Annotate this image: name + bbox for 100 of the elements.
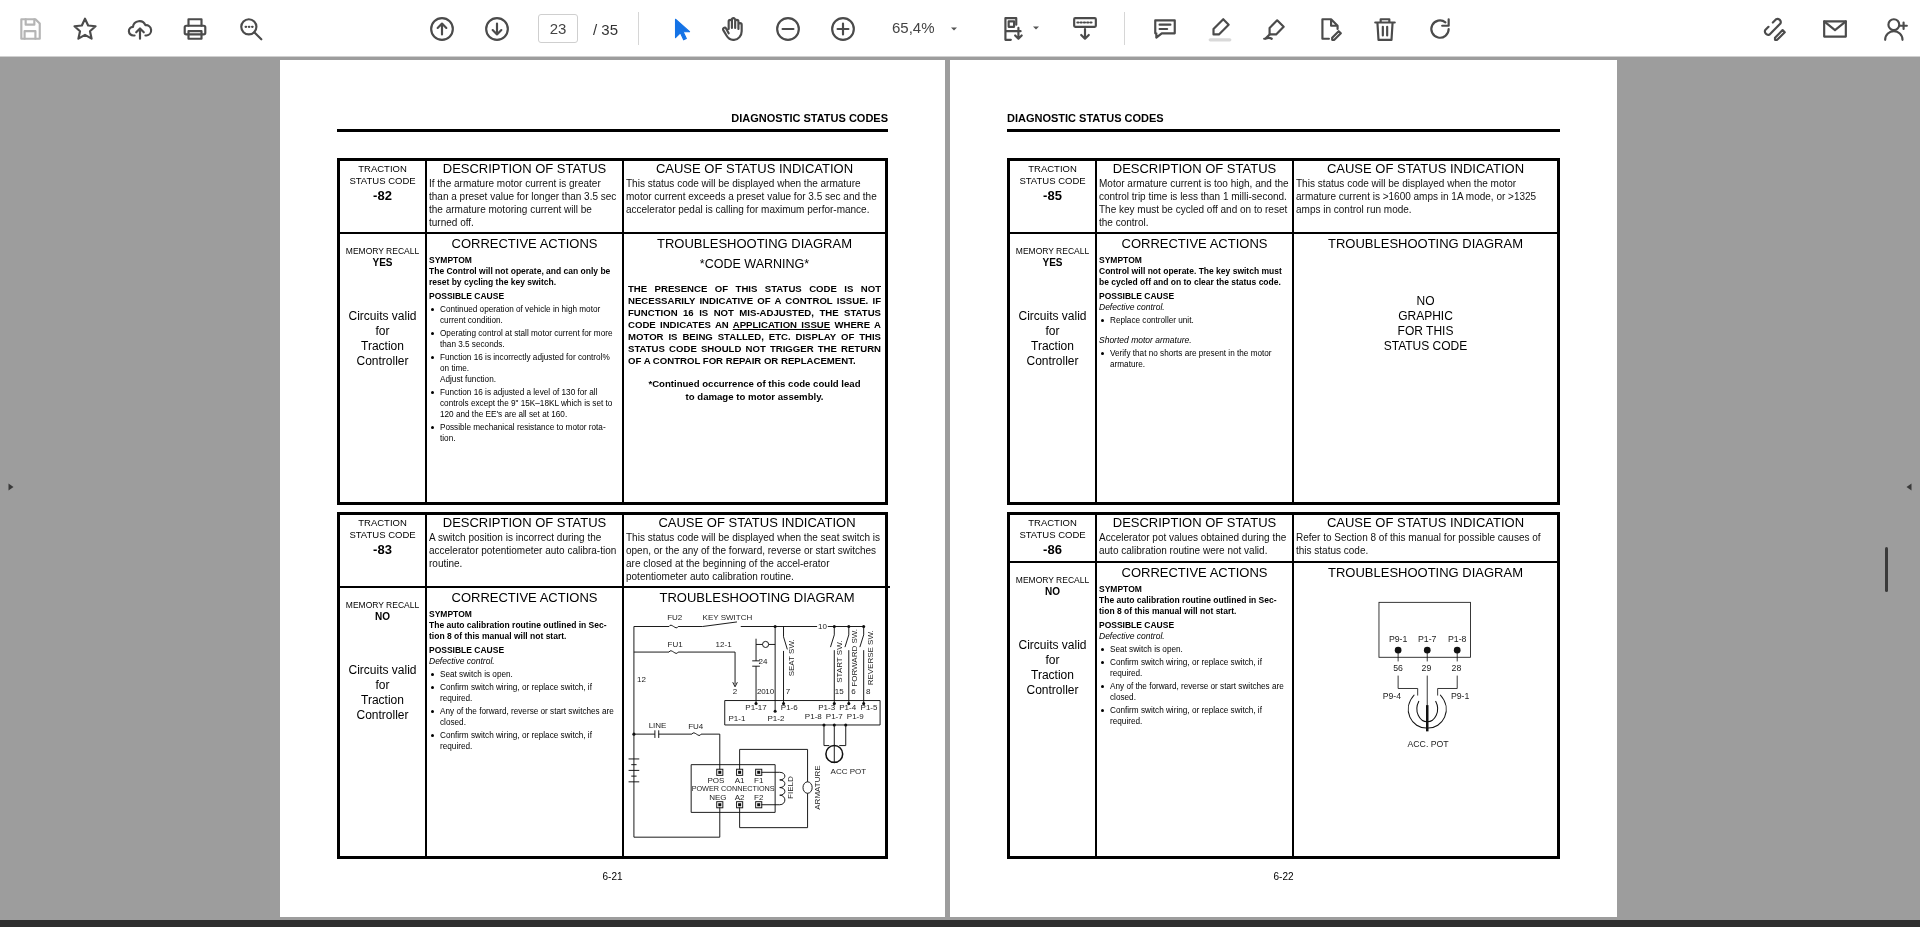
bullet-icon bbox=[1101, 351, 1104, 355]
circuits-note: Circuits valid for Traction Controller bbox=[1017, 308, 1088, 369]
status-code-label: TRACTION STATUS CODE bbox=[348, 516, 417, 542]
link-pen-icon[interactable] bbox=[1762, 16, 1788, 42]
keyboard-scroll-icon[interactable] bbox=[1072, 16, 1098, 42]
diagram-label: SEAT SW. bbox=[787, 638, 797, 676]
memory-recall-label: MEMORY RECALL bbox=[1014, 245, 1091, 257]
status-description: Motor armature current is too high, and the control trip time is less than 1 milli-second. The key must be cycled off and on to reset the control. bbox=[1099, 176, 1290, 229]
column-heading: TROUBLESHOOTING DIAGRAM bbox=[656, 235, 853, 252]
memory-recall-value: NO bbox=[1044, 585, 1061, 598]
star-icon[interactable] bbox=[72, 16, 98, 42]
memory-recall-value: YES bbox=[1041, 256, 1064, 269]
column-heading: CORRECTIVE ACTIONS bbox=[450, 235, 599, 252]
diagram-label: FORWARD SW. bbox=[850, 628, 860, 687]
diagram-label: LINE bbox=[648, 720, 667, 730]
diagram-label: P1-17 bbox=[745, 702, 767, 712]
diagram-label: 24 bbox=[758, 656, 768, 666]
diagram-label: P1-5 bbox=[860, 702, 878, 712]
trash-icon[interactable] bbox=[1372, 16, 1398, 42]
bullet-icon bbox=[431, 331, 434, 335]
diagram-label: 12-1 bbox=[715, 639, 732, 649]
bullet-icon bbox=[1101, 684, 1104, 688]
memory-recall-label: MEMORY RECALL bbox=[344, 245, 421, 257]
diagram-label: P1-7 bbox=[1417, 633, 1436, 644]
no-graphic-text: NO GRAPHIC FOR THIS STATUS CODE bbox=[1382, 293, 1469, 354]
memory-recall-value: NO bbox=[374, 610, 391, 623]
diagram-label: 7 bbox=[785, 686, 791, 696]
status-code: -86 bbox=[1042, 541, 1063, 558]
cause-heading: Defective control. bbox=[1099, 301, 1165, 312]
symptom-text: The Control will not operate, and can only be reset by cycling the key switch. bbox=[429, 265, 612, 288]
cause-item: Any of the forward, reverse or start switches are closed. bbox=[440, 706, 614, 727]
cause-item: Possible mechanical resistance to motor rota-tion. bbox=[440, 422, 606, 443]
bullet-icon bbox=[1101, 318, 1104, 322]
diagram-label: F1 bbox=[754, 775, 764, 785]
diagram-label: A1 bbox=[734, 775, 745, 785]
zoom-dropdown[interactable]: 65,4% bbox=[882, 14, 970, 43]
warning-note: *Continued occurrence of this code could lead to damage to motor assembly. bbox=[647, 377, 862, 404]
page-total: / 35 bbox=[593, 20, 619, 40]
diagram-label: P1-6 bbox=[780, 702, 798, 712]
bullet-icon bbox=[1101, 647, 1104, 651]
diagram-label: ACC POT bbox=[830, 766, 867, 776]
diagram-label: P1-9 bbox=[846, 711, 864, 721]
cause-item: Seat switch is open. bbox=[1110, 644, 1183, 654]
section-heading: POSSIBLE CAUSE bbox=[1099, 619, 1176, 631]
diagram-label: FU2 bbox=[667, 612, 683, 622]
cause-item: Seat switch is open. bbox=[440, 669, 513, 679]
arrow-down-circle-icon[interactable] bbox=[484, 16, 510, 42]
diagram-label: 28 bbox=[1451, 662, 1461, 673]
bullet-icon bbox=[1101, 660, 1104, 664]
diagram-label: P1-4 bbox=[839, 702, 857, 712]
section-heading: POSSIBLE CAUSE bbox=[429, 290, 506, 302]
add-user-icon[interactable] bbox=[1883, 16, 1909, 42]
diagram-label: P9-4 bbox=[1382, 690, 1401, 701]
zoom-in-icon[interactable] bbox=[830, 16, 856, 42]
print-icon[interactable] bbox=[182, 16, 208, 42]
diagram-label: KEY SWITCH bbox=[702, 612, 753, 622]
comment-icon[interactable] bbox=[1152, 16, 1178, 42]
diagram-label: 6 bbox=[851, 686, 856, 696]
arrow-up-circle-icon[interactable] bbox=[429, 16, 455, 42]
status-cause: This status code will be displayed when the armature motor current exceeds a preset value for 3.5 sec and the accelerator pedal is calling for maximum perfor-mance. bbox=[626, 176, 878, 216]
status-description: Accelerator pot values obtained during the auto calibration routine were not valid. bbox=[1099, 530, 1288, 557]
page-header: DIAGNOSTIC STATUS CODES bbox=[730, 111, 888, 126]
bullet-icon bbox=[431, 733, 434, 737]
diagram-label: 12 bbox=[637, 674, 646, 684]
diagram-label: A2 bbox=[734, 792, 745, 802]
bullet-icon bbox=[431, 425, 434, 429]
status-description: If the armature motor current is greater than a preset value for longer than 3.5 sec the armature motoring current will be turned off. bbox=[429, 176, 618, 229]
diagram-label: 20 bbox=[756, 686, 766, 696]
column-heading: CAUSE OF STATUS INDICATION bbox=[654, 160, 855, 177]
highlighter-icon[interactable] bbox=[1207, 16, 1233, 42]
pen-icon[interactable] bbox=[1262, 16, 1288, 42]
diagram-label: P9-1 bbox=[1388, 633, 1407, 644]
column-heading: TROUBLESHOOTING DIAGRAM bbox=[1327, 235, 1524, 252]
column-heading: DESCRIPTION OF STATUS bbox=[441, 160, 608, 177]
page-header: DIAGNOSTIC STATUS CODES bbox=[1007, 111, 1165, 126]
cause-item: Verify that no shorts are present in the motor armature. bbox=[1110, 348, 1272, 369]
diagram-label: P1-7 bbox=[825, 711, 843, 721]
status-code-label: TRACTION STATUS CODE bbox=[1018, 162, 1087, 188]
diagram-label: P1-8 bbox=[1447, 633, 1466, 644]
zoom-out-icon[interactable] bbox=[775, 16, 801, 42]
cause-item: Function 16 is incorrectly adjusted for control% on time. bbox=[440, 352, 610, 373]
page-number-field[interactable]: 23 bbox=[538, 14, 578, 43]
cause-heading: Defective control. bbox=[429, 655, 495, 666]
memory-recall-label: MEMORY RECALL bbox=[1014, 574, 1091, 586]
status-code: -83 bbox=[372, 541, 393, 558]
bullet-icon bbox=[431, 709, 434, 713]
bullet-icon bbox=[431, 672, 434, 676]
diagram-label: NEG bbox=[709, 792, 727, 802]
cause-item: Confirm switch wiring, or replace switch, if required. bbox=[440, 682, 592, 703]
diagram-label: 56 bbox=[1392, 662, 1403, 673]
status-code-label: TRACTION STATUS CODE bbox=[1018, 516, 1087, 542]
diagram-label: P1-3 bbox=[818, 702, 836, 712]
column-heading: CAUSE OF STATUS INDICATION bbox=[1325, 514, 1526, 531]
diagram-label: START SW. bbox=[835, 640, 845, 683]
search-icon[interactable] bbox=[238, 16, 264, 42]
rotate-icon[interactable] bbox=[1427, 16, 1453, 42]
hand-icon[interactable] bbox=[720, 16, 746, 42]
column-heading: DESCRIPTION OF STATUS bbox=[1111, 160, 1278, 177]
page-number: 6-22 bbox=[1272, 869, 1295, 884]
scrollbar-thumb[interactable] bbox=[1885, 547, 1888, 592]
